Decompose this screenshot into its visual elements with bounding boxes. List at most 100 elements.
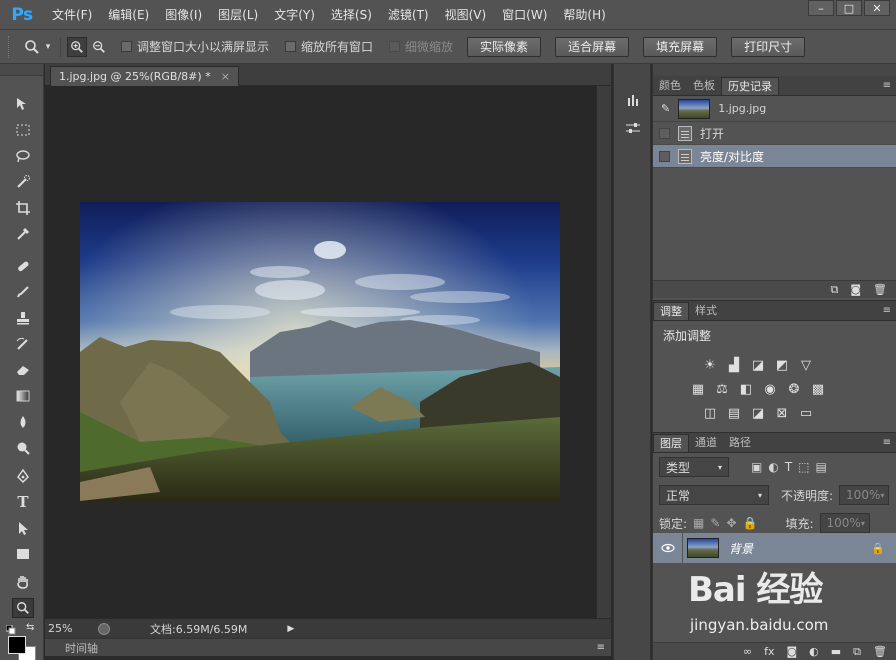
gradient-map-icon[interactable]: ▭ [797,404,815,422]
close-tab-icon[interactable]: × [221,70,230,83]
new-snapshot-icon[interactable]: ◙ [850,283,861,296]
tab-channels[interactable]: 通道 [689,434,723,452]
lock-all-icon[interactable]: 🔒 [743,516,758,530]
zoom-all-checkbox[interactable]: 缩放所有窗口 [285,38,373,55]
properties-sliders-icon[interactable] [622,118,644,138]
history-step-current[interactable]: 亮度/对比度 [653,145,896,168]
tool-preset-dropdown-icon[interactable]: ▾ [42,37,54,57]
history-step-source-box[interactable] [659,127,670,139]
status-info-icon[interactable] [98,622,110,635]
add-mask-icon[interactable]: ◙ [786,645,797,658]
threshold-icon[interactable]: ◪ [749,404,767,422]
invert-icon[interactable]: ◫ [701,404,719,422]
history-brush-source-icon[interactable]: ✎ [661,102,670,115]
exposure-icon[interactable]: ◩ [773,356,791,374]
type-icon[interactable]: T [12,492,34,512]
channel-mixer-icon[interactable]: ❂ [785,380,803,398]
history-snapshot[interactable]: ✎ 1.jpg.jpg [653,96,896,122]
black-white-icon[interactable]: ◧ [737,380,755,398]
zoom-tool-icon[interactable] [12,598,34,618]
filter-adjustment-icon[interactable]: ◐ [768,460,778,474]
tab-swatches[interactable]: 色板 [687,77,721,95]
menu-type[interactable]: 文字(Y) [266,0,323,30]
menu-select[interactable]: 选择(S) [323,0,380,30]
menu-filter[interactable]: 滤镜(T) [380,0,437,30]
zoom-in-icon[interactable] [67,36,87,57]
history-panel-menu-icon[interactable]: ≡ [883,80,891,91]
quick-select-icon[interactable] [12,172,34,192]
document-tab[interactable]: 1.jpg.jpg @ 25%(RGB/8#) * × [50,66,239,86]
history-brush-icon[interactable] [12,334,34,354]
stamp-icon[interactable] [12,308,34,328]
new-document-from-state-icon[interactable]: ⧉ [830,283,838,297]
fit-screen-button[interactable]: 适合屏幕 [555,36,630,57]
filter-pixel-icon[interactable]: ▣ [751,460,762,474]
document-image[interactable] [80,202,560,501]
hue-saturation-icon[interactable]: ▦ [689,380,707,398]
filter-shape-icon[interactable]: ⬚ [798,460,809,474]
tab-adjustments[interactable]: 调整 [653,302,689,320]
new-group-icon[interactable]: ▬ [831,645,841,658]
selective-color-icon[interactable]: ⊠ [773,404,791,422]
actual-pixels-button[interactable]: 实际像素 [467,36,542,57]
adjustments-panel-menu-icon[interactable]: ≡ [883,305,891,316]
zoom-level[interactable]: 25% [48,622,88,635]
brush-icon[interactable] [12,282,34,302]
menu-view[interactable]: 视图(V) [437,0,495,30]
zoom-icon[interactable] [22,37,42,57]
fill-screen-button[interactable]: 填充屏幕 [643,36,718,57]
lock-image-icon[interactable]: ✎ [710,516,720,530]
delete-layer-icon[interactable]: 🗑 [873,645,887,658]
vertical-scrollbar[interactable] [596,86,611,618]
layer-name[interactable]: 背景 [729,540,753,557]
tab-styles[interactable]: 样式 [689,302,723,320]
crop-icon[interactable] [12,198,34,218]
status-menu-arrow-icon[interactable]: ▶ [287,624,294,634]
opacity-field[interactable]: 100% ▾ [839,485,890,505]
new-layer-icon[interactable]: ⧉ [853,645,861,659]
resize-windows-checkbox[interactable]: 调整窗口大小以满屏显示 [121,38,269,55]
levels-icon[interactable]: ▟ [725,356,743,374]
panel-dock-header[interactable] [653,64,896,76]
print-size-button[interactable]: 打印尺寸 [731,36,806,57]
menu-layer[interactable]: 图层(L) [210,0,266,30]
color-balance-icon[interactable]: ⚖ [713,380,731,398]
marquee-icon[interactable] [12,120,34,140]
menu-help[interactable]: 帮助(H) [555,0,613,30]
layer-filter-dropdown[interactable]: 类型 ▾ [659,457,729,477]
brightness-contrast-icon[interactable]: ☀ [701,356,719,374]
layers-panel-menu-icon[interactable]: ≡ [883,437,891,448]
menu-file[interactable]: 文件(F) [44,0,100,30]
shape-icon[interactable] [12,544,34,564]
layer-style-icon[interactable]: fx [764,645,774,658]
brush-presets-icon[interactable] [622,90,644,110]
timeline-menu-icon[interactable]: ≡ [597,642,605,653]
maximize-button[interactable]: □ [836,0,862,16]
zoom-out-icon[interactable] [89,37,109,57]
gradient-icon[interactable] [12,386,34,406]
delete-state-icon[interactable]: 🗑 [873,283,887,296]
menu-image[interactable]: 图像(I) [157,0,210,30]
photo-filter-icon[interactable]: ◉ [761,380,779,398]
curves-icon[interactable]: ◪ [749,356,767,374]
move-icon[interactable] [12,94,34,114]
tab-layers[interactable]: 图层 [653,434,689,452]
posterize-icon[interactable]: ▤ [725,404,743,422]
close-button[interactable]: ✕ [864,0,890,16]
filter-type-icon[interactable]: T [785,460,792,474]
options-grip[interactable] [8,35,12,58]
vibrance-icon[interactable]: ▽ [797,356,815,374]
history-step-source-box[interactable] [659,150,670,162]
canvas-area[interactable] [45,86,596,618]
history-step[interactable]: 打开 [653,122,896,145]
foreground-color[interactable] [8,636,26,654]
filter-smart-object-icon[interactable]: ▤ [816,460,827,474]
blend-mode-dropdown[interactable]: 正常 ▾ [659,485,769,505]
tab-paths[interactable]: 路径 [723,434,757,452]
eraser-icon[interactable] [12,360,34,380]
lock-transparent-icon[interactable]: ▦ [693,516,704,530]
color-lookup-icon[interactable]: ▩ [809,380,827,398]
dodge-icon[interactable] [12,438,34,458]
hand-icon[interactable] [12,572,34,592]
lock-position-icon[interactable]: ✥ [726,516,736,530]
